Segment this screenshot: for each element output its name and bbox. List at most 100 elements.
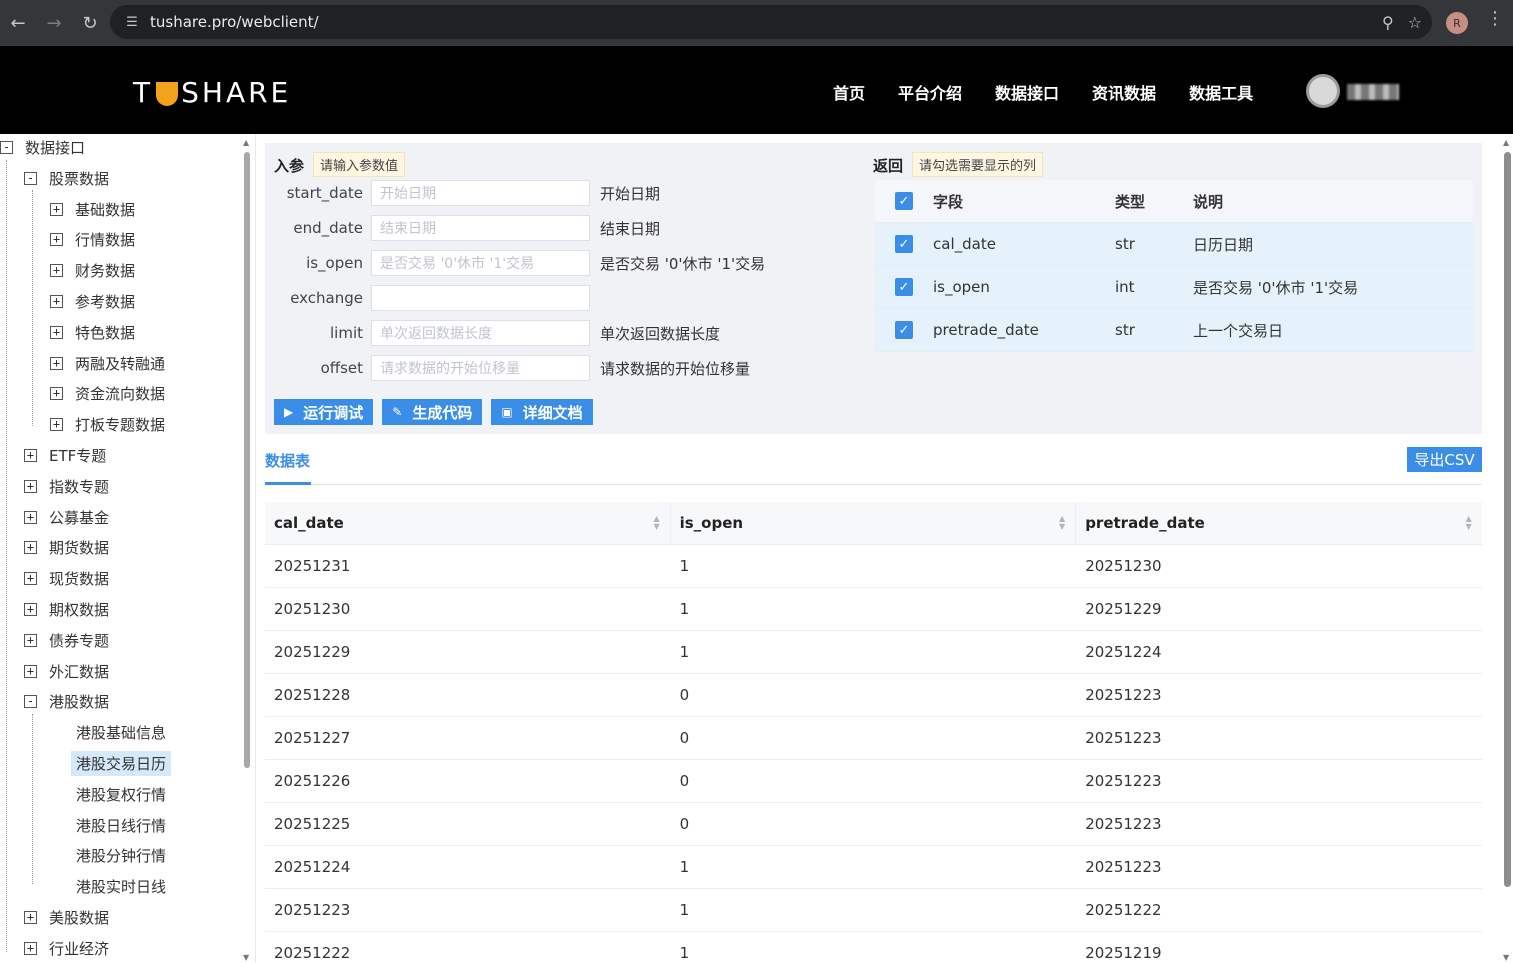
table-row[interactable]: 20251230 1 20251229 (265, 588, 1482, 631)
table-row[interactable]: 20251227 0 20251223 (265, 717, 1482, 760)
tree-item[interactable]: + 财务数据 (50, 258, 135, 282)
tree-item[interactable]: + 行情数据 (50, 227, 135, 251)
tree-item[interactable]: + 参考数据 (50, 289, 135, 313)
offset-input[interactable]: 请求数据的开始位移量 (371, 355, 590, 381)
tree-item[interactable]: + 打板专题数据 (50, 412, 165, 436)
export-csv-button[interactable]: 导出CSV (1407, 447, 1482, 472)
sidebar-scrollbar[interactable]: ▲ ▼ (243, 138, 251, 963)
sort-icon[interactable]: ▲ ▼ (1059, 515, 1065, 531)
expand-icon[interactable]: + (50, 386, 63, 400)
column-checkbox[interactable]: ✓ (895, 278, 913, 296)
browser-menu-icon[interactable]: ⋮ (1486, 8, 1504, 29)
tab-data-table[interactable]: 数据表 (265, 450, 310, 471)
column-header[interactable]: is_open ▲ ▼ (671, 502, 1077, 544)
generate-code-button[interactable]: ✎ 生成代码 (382, 399, 483, 425)
table-row[interactable]: 20251225 0 20251223 (265, 803, 1482, 846)
site-settings-icon[interactable]: ☰ (114, 15, 150, 30)
tree-item[interactable]: + 债券专题 (24, 628, 109, 652)
reload-icon[interactable]: ↻ (72, 5, 108, 41)
expand-icon[interactable]: + (24, 664, 37, 678)
collapse-icon[interactable]: - (24, 171, 37, 185)
user-avatar[interactable] (1306, 74, 1340, 108)
forward-arrow-icon[interactable]: → (36, 5, 72, 41)
start-date-input[interactable]: 开始日期 (371, 180, 590, 206)
tree-item[interactable]: + 美股数据 (24, 905, 109, 929)
tree-item-selected[interactable]: 港股交易日历 (71, 750, 172, 776)
run-debug-button[interactable]: ▶ 运行调试 (274, 399, 374, 425)
tree-item[interactable]: + 行业经济 (24, 936, 109, 960)
expand-icon[interactable]: + (24, 941, 37, 955)
returns-row[interactable]: ✓ pretrade_date str 上一个交易日 (875, 309, 1473, 352)
expand-icon[interactable]: + (24, 540, 37, 554)
tree-item[interactable]: + 资金流向数据 (50, 381, 165, 405)
limit-input[interactable]: 单次返回数据长度 (371, 320, 590, 346)
tree-item[interactable]: 港股分钟行情 (76, 843, 166, 867)
table-row[interactable]: 20251222 1 20251219 (265, 932, 1482, 963)
tree-item[interactable]: + 两融及转融通 (50, 351, 165, 375)
tree-item[interactable]: 港股日线行情 (76, 813, 166, 837)
address-bar[interactable]: ☰ tushare.pro/webclient/ ⚲ ☆ (110, 5, 1432, 39)
scroll-down-icon[interactable]: ▼ (243, 953, 249, 962)
column-header[interactable]: pretrade_date ▲ ▼ (1076, 502, 1482, 544)
tree-item[interactable]: + 特色数据 (50, 320, 135, 344)
tree-item-hk[interactable]: - 港股数据 (24, 689, 109, 713)
tree-item[interactable]: + 指数专题 (24, 474, 109, 498)
tree-item[interactable]: + 公募基金 (24, 505, 109, 529)
expand-icon[interactable]: + (50, 417, 63, 431)
returns-row[interactable]: ✓ cal_date str 日历日期 (875, 223, 1473, 266)
column-checkbox[interactable]: ✓ (895, 321, 913, 339)
table-row[interactable]: 20251224 1 20251223 (265, 846, 1482, 889)
zoom-icon[interactable]: ⚲ (1382, 13, 1394, 32)
nav-home[interactable]: 首页 (833, 80, 865, 104)
page-scrollbar[interactable]: ▲ ▼ (1502, 138, 1512, 963)
tree-item[interactable]: + 外汇数据 (24, 659, 109, 683)
collapse-icon[interactable]: - (24, 694, 37, 708)
user-name-blurred[interactable] (1347, 84, 1399, 100)
scroll-down-icon[interactable]: ▼ (1503, 953, 1509, 962)
returns-row[interactable]: ✓ is_open int 是否交易 '0'休市 '1'交易 (875, 266, 1473, 309)
tree-item[interactable]: + 期货数据 (24, 535, 109, 559)
expand-icon[interactable]: + (50, 325, 63, 339)
expand-icon[interactable]: + (50, 263, 63, 277)
tree-item[interactable]: 港股实时日线 (76, 874, 166, 898)
expand-icon[interactable]: + (24, 448, 37, 462)
expand-icon[interactable]: + (50, 294, 63, 308)
bookmark-star-icon[interactable]: ☆ (1408, 13, 1422, 32)
table-row[interactable]: 20251231 1 20251230 (265, 545, 1482, 588)
scroll-up-icon[interactable]: ▲ (1503, 138, 1509, 147)
tree-item-stock[interactable]: - 股票数据 (24, 166, 109, 190)
table-row[interactable]: 20251226 0 20251223 (265, 760, 1482, 803)
nav-news-data[interactable]: 资讯数据 (1092, 80, 1156, 104)
nav-platform[interactable]: 平台介绍 (898, 80, 962, 104)
detail-docs-button[interactable]: ▣ 详细文档 (491, 399, 593, 425)
is-open-input[interactable]: 是否交易 '0'休市 '1'交易 (371, 250, 590, 276)
expand-icon[interactable]: + (24, 571, 37, 585)
profile-avatar[interactable]: R (1446, 12, 1468, 34)
tree-item[interactable]: + 现货数据 (24, 566, 109, 590)
column-checkbox[interactable]: ✓ (895, 235, 913, 253)
tree-item-root[interactable]: - 数据接口 (0, 135, 85, 159)
back-arrow-icon[interactable]: ← (0, 5, 36, 41)
table-row[interactable]: 20251229 1 20251224 (265, 631, 1482, 674)
sidebar-scroll-thumb[interactable] (244, 152, 250, 768)
table-row[interactable]: 20251228 0 20251223 (265, 674, 1482, 717)
column-header[interactable]: cal_date ▲ ▼ (265, 502, 671, 544)
select-all-checkbox[interactable]: ✓ (895, 192, 913, 210)
page-scroll-thumb[interactable] (1504, 152, 1511, 887)
sort-icon[interactable]: ▲ ▼ (1466, 515, 1472, 531)
tree-item[interactable]: 港股基础信息 (76, 720, 166, 744)
url-text[interactable]: tushare.pro/webclient/ (150, 13, 319, 31)
expand-icon[interactable]: + (50, 202, 63, 216)
end-date-input[interactable]: 结束日期 (371, 215, 590, 241)
tree-item[interactable]: + ETF专题 (24, 443, 106, 467)
nav-data-tools[interactable]: 数据工具 (1189, 80, 1253, 104)
collapse-icon[interactable]: - (0, 140, 13, 154)
tushare-logo[interactable]: T SHARE (133, 76, 291, 109)
tree-item[interactable]: 港股复权行情 (76, 782, 166, 806)
expand-icon[interactable]: + (50, 356, 63, 370)
table-row[interactable]: 20251223 1 20251222 (265, 889, 1482, 932)
expand-icon[interactable]: + (24, 479, 37, 493)
expand-icon[interactable]: + (24, 633, 37, 647)
nav-data-api[interactable]: 数据接口 (995, 80, 1059, 104)
expand-icon[interactable]: + (24, 602, 37, 616)
